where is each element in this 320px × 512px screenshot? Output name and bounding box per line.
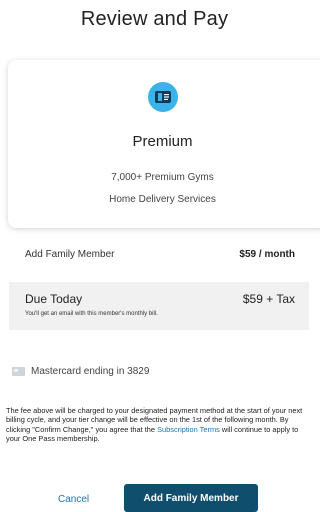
plan-name: Premium	[132, 133, 193, 150]
plan-feature-delivery: Home Delivery Services	[109, 194, 216, 205]
due-today-panel: Due Today $59 + Tax You'll get an email …	[9, 282, 309, 330]
credit-card-icon	[12, 367, 25, 376]
membership-card-icon	[148, 82, 178, 112]
cancel-button[interactable]: Cancel	[58, 494, 89, 505]
due-today-label: Due Today	[25, 292, 83, 306]
line-item-row: Add Family Member $59 / month	[0, 243, 309, 267]
due-today-note: You'll get an email with this member's m…	[25, 311, 158, 317]
line-item-price: $59 / month	[239, 249, 295, 260]
page-title: Review and Pay	[80, 8, 229, 30]
due-today-price: $59 + Tax	[242, 292, 295, 306]
payment-method-label: Mastercard ending in 3829	[31, 366, 150, 377]
line-item-label: Add Family Member	[25, 249, 115, 260]
plan-card: Premium 7,000+ Premium Gyms Home Deliver…	[8, 60, 320, 228]
add-family-member-button[interactable]: Add Family Member	[124, 484, 258, 512]
subscription-terms-link[interactable]: Subscription Terms	[157, 425, 220, 434]
plan-feature-gyms: 7,000+ Premium Gyms	[111, 172, 214, 183]
billing-disclaimer: The fee above will be charged to your de…	[6, 406, 309, 443]
